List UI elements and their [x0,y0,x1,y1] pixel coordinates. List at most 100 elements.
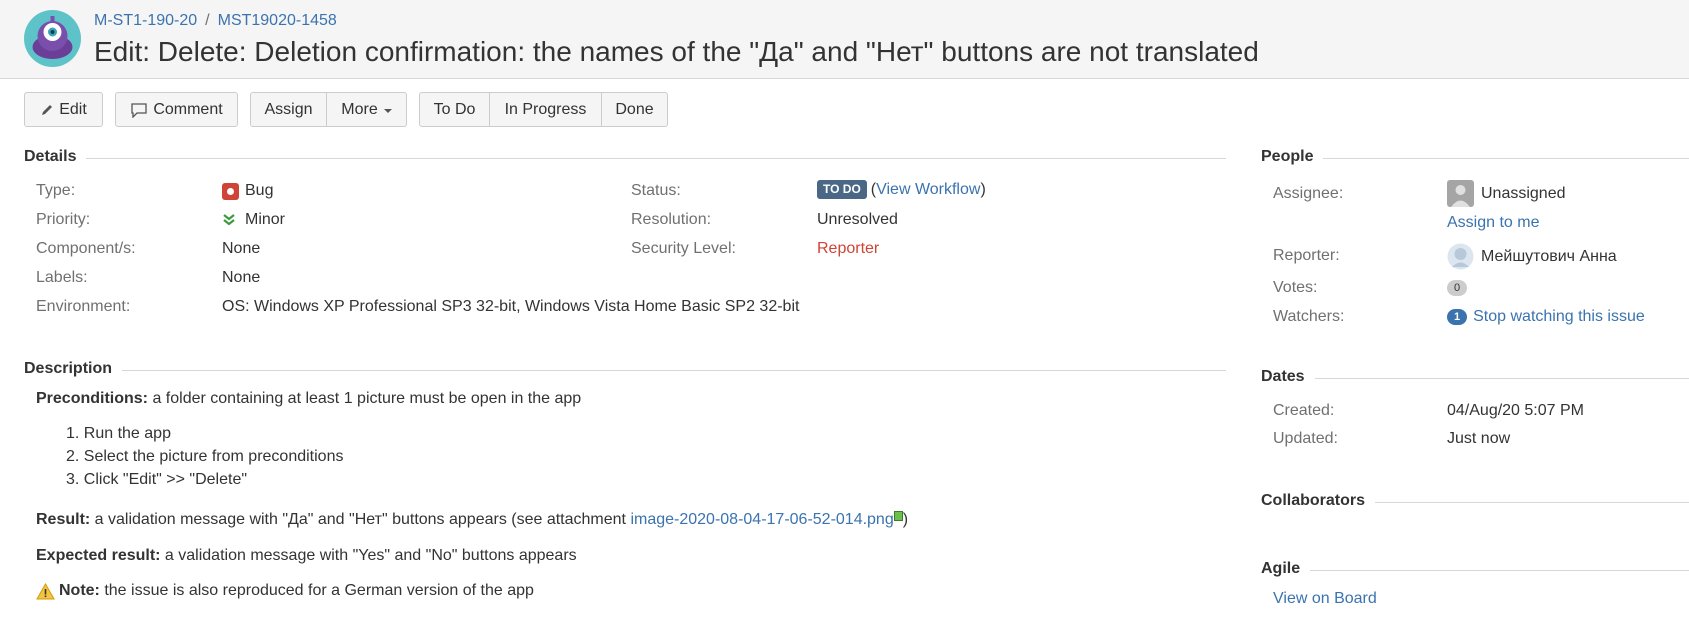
priority-value-text: Minor [245,211,286,228]
details-heading[interactable]: Details [24,148,87,166]
assignee-label: Assignee: [1273,185,1344,202]
components-label: Component/s: [36,240,136,257]
unassigned-avatar-icon [1447,180,1474,207]
updated-value: Just now [1447,430,1511,447]
divider [24,370,1226,371]
issue-summary-title[interactable]: Edit: Delete: Deletion confirmation: the… [94,36,1259,68]
collaborators-heading[interactable]: Collaborators [1261,492,1376,510]
assignee-value: Unassigned [1447,180,1566,207]
priority-value: Minor [222,211,285,229]
bug-icon [222,182,239,200]
expected-result-text: a validation message with "Yes" and "No"… [160,547,577,564]
divider [1261,378,1689,379]
type-value: Bug [222,182,273,200]
divider [1261,570,1689,571]
environment-value: OS: Windows XP Professional SP3 32-bit, … [222,298,800,315]
security-level-label: Security Level: [631,240,736,257]
edit-button[interactable]: Edit [24,92,103,127]
warning-icon [36,582,55,599]
note-paragraph: Note: the issue is also reproduced for a… [36,582,534,600]
breadcrumb-separator: / [205,12,210,29]
preconditions-label: Preconditions: [36,390,149,407]
people-module-header: People [1261,148,1689,168]
breadcrumb: M-ST1-190-20 / MST19020-1458 [94,12,337,30]
components-value: None [222,240,261,257]
labels-value[interactable]: None [222,269,260,287]
workflow-paren-close: ) [980,180,986,198]
security-level-value: Reporter [817,240,880,257]
in-progress-button-label: In Progress [504,100,587,118]
comment-bubble-icon [131,102,147,118]
stop-watching-link[interactable]: Stop watching this issue [1473,308,1645,326]
reporter-name: Мейшутович Анна [1481,247,1617,265]
dates-module-header: Dates [1261,368,1689,388]
votes-count-badge: 0 [1447,280,1468,296]
status-badge: TO DO [817,180,867,199]
assign-to-me-link[interactable]: Assign to me [1447,214,1539,232]
pencil-icon [42,104,53,115]
list-item: 2. Select the picture from preconditions [66,448,344,465]
list-item: 1. Run the app [66,425,171,442]
votes-label: Votes: [1273,279,1318,296]
resolution-label: Resolution: [631,211,712,228]
attachment-image-icon [893,511,903,521]
dates-heading[interactable]: Dates [1261,368,1315,386]
created-value: 04/Aug/20 5:07 PM [1447,402,1584,419]
view-workflow-link[interactable]: View Workflow [876,181,980,199]
comment-button[interactable]: Comment [115,92,238,127]
priority-minor-icon [223,214,235,226]
list-item: 3. Click "Edit" >> "Delete" [66,471,248,488]
details-module-header: Details [24,148,1226,168]
note-text: the issue is also reproduced for a Germa… [99,582,534,599]
reporter-value[interactable]: Мейшутович Анна [1447,243,1617,270]
issue-header: M-ST1-190-20 / MST19020-1458 Edit: Delete:… [0,0,1689,79]
status-value: TO DO (View Workflow) [817,180,986,199]
more-dropdown-button[interactable]: More [327,92,407,127]
chevron-down-icon [383,108,392,113]
breadcrumb-project-link[interactable]: M-ST1-190-20 [94,12,197,29]
description-heading[interactable]: Description [24,360,123,378]
comment-button-label: Comment [153,100,223,118]
watchers-label: Watchers: [1273,308,1345,325]
agile-module-header: Agile [1261,560,1689,580]
reporter-label: Reporter: [1273,247,1340,264]
watchers-count-badge[interactable]: 1 [1447,309,1468,325]
transition-todo-button[interactable]: To Do [419,92,490,127]
result-label: Result: [36,511,91,528]
description-module-header: Description [24,360,1226,380]
created-label: Created: [1273,402,1335,419]
environment-label: Environment: [36,298,131,315]
status-label: Status: [631,182,681,199]
type-label: Type: [36,182,76,199]
collaborators-module-header: Collaborators [1261,492,1689,512]
expected-result-paragraph: Expected result: a validation message wi… [36,547,577,565]
type-value-text: Bug [245,182,274,199]
watchers-value: 1 Stop watching this issue [1447,308,1645,326]
attachment-link[interactable]: image-2020-08-04-17-06-52-014.png [630,511,893,528]
reporter-avatar-icon [1447,243,1474,270]
view-on-board-link[interactable]: View on Board [1273,590,1377,608]
votes-value[interactable]: 0 [1447,280,1468,296]
result-text: a validation message with "Да" and "Нет"… [90,511,631,528]
transition-done-button[interactable]: Done [602,92,668,127]
people-heading[interactable]: People [1261,148,1324,166]
expected-result-label: Expected result: [36,547,161,564]
assign-button[interactable]: Assign [250,92,327,127]
project-avatar-icon[interactable] [24,10,81,67]
breadcrumb-issue-key-link[interactable]: MST19020-1458 [218,12,337,29]
assignee-name: Unassigned [1481,184,1566,202]
result-close-paren: ) [902,511,909,528]
assign-button-label: Assign [264,100,313,118]
resolution-value: Unresolved [817,211,898,228]
done-button-label: Done [615,100,654,118]
todo-button-label: To Do [433,100,476,118]
agile-heading[interactable]: Agile [1261,560,1311,578]
transition-in-progress-button[interactable]: In Progress [490,92,602,127]
note-label: Note: [59,582,100,599]
priority-label: Priority: [36,211,91,228]
divider [24,158,1226,159]
labels-label: Labels: [36,269,88,286]
edit-button-label: Edit [59,100,87,118]
preconditions-paragraph: Preconditions: a folder containing at le… [36,390,581,408]
preconditions-text: a folder containing at least 1 picture m… [148,390,582,407]
